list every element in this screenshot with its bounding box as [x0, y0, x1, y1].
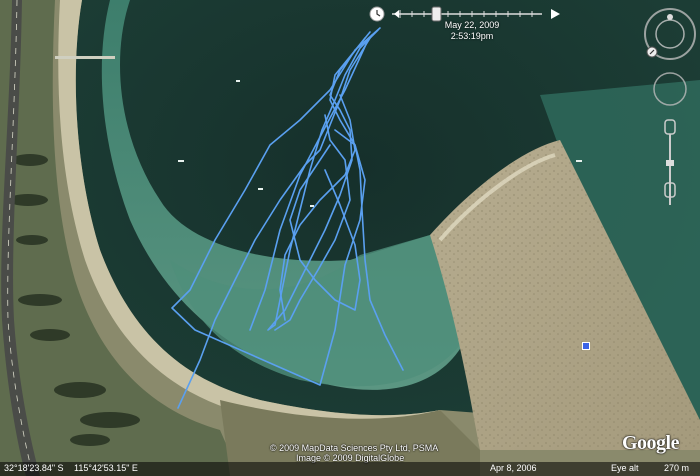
look-joystick-icon[interactable]	[644, 8, 696, 60]
play-icon[interactable]	[551, 9, 560, 19]
google-logo: Google	[622, 432, 680, 454]
time-slider-clock-icon[interactable]	[369, 6, 385, 22]
pier	[55, 56, 115, 59]
latitude-readout: 32°18'23.84" S	[4, 463, 64, 473]
eye-alt-value: 270 m	[664, 463, 690, 473]
zoom-slider-icon[interactable]	[664, 119, 676, 205]
placemark-icon[interactable]	[582, 342, 590, 350]
time-slider-date: May 22, 2009	[444, 20, 500, 30]
move-joystick-icon[interactable]	[653, 72, 687, 106]
imagery-date: Apr 8, 2006	[490, 463, 537, 473]
step-back-icon[interactable]	[394, 10, 399, 18]
navigation-controls[interactable]	[640, 5, 700, 220]
time-slider-time: 2:53:19pm	[450, 31, 494, 41]
status-bar: 32°18'23.84" S 115°42'53.15" E Apr 8, 20…	[0, 462, 700, 476]
eye-alt-label: Eye alt	[611, 463, 639, 473]
time-slider-handle[interactable]	[431, 6, 442, 22]
map-view[interactable]	[0, 0, 700, 476]
north-indicator-icon[interactable]	[667, 14, 673, 20]
longitude-readout: 115°42'53.15" E	[74, 463, 138, 473]
copyright-mapdata: © 2009 MapData Sciences Pty Ltd, PSMA	[270, 443, 439, 453]
